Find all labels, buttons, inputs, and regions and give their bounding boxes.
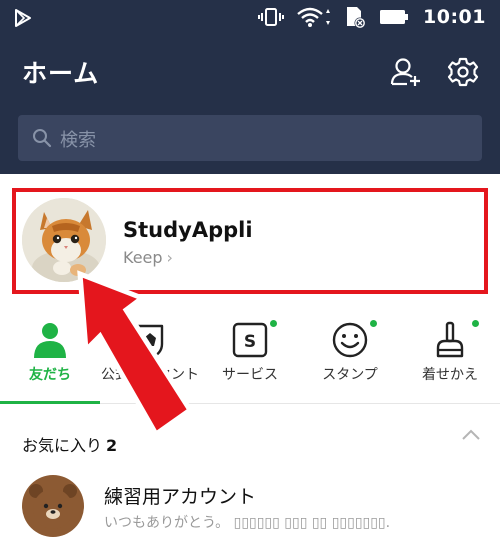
brown-bear-icon xyxy=(22,475,84,537)
status-icons: 10:01 xyxy=(246,5,486,29)
tab-label: サービス xyxy=(222,367,278,383)
tab-stickers[interactable]: スタンプ xyxy=(300,312,400,404)
svg-text:S: S xyxy=(244,332,256,352)
stickers-icon xyxy=(332,322,368,358)
page-title: ホーム xyxy=(22,59,100,88)
tab-services[interactable]: S サービス xyxy=(200,312,300,404)
status-time: 10:01 xyxy=(423,6,486,28)
search-icon xyxy=(33,129,52,148)
list-item[interactable]: 練習用アカウント いつもありがとう。 ▯▯▯▯▯▯ ▯▯▯ ▯▯ ▯▯▯▯▯▯▯… xyxy=(0,465,500,548)
status-bar: 10:01 xyxy=(0,0,500,34)
battery-icon xyxy=(379,9,409,25)
chevron-up-icon[interactable] xyxy=(460,428,482,442)
top-app-bar: 10:01 ホーム 検索 xyxy=(0,0,500,174)
friend-status-message: いつもありがとう。 ▯▯▯▯▯▯ ▯▯▯ ▯▯ ▯▯▯▯▯▯▯. xyxy=(104,515,391,531)
wifi-icon xyxy=(296,6,331,28)
add-friend-icon[interactable] xyxy=(389,55,423,89)
tab-themes[interactable]: 着せかえ xyxy=(400,312,500,404)
sd-card-icon xyxy=(343,5,367,29)
themes-icon xyxy=(436,321,464,358)
settings-icon[interactable] xyxy=(446,55,480,89)
search-placeholder: 検索 xyxy=(60,130,96,151)
vibrate-icon xyxy=(258,7,285,27)
new-indicator-dot xyxy=(472,320,479,327)
friends-icon xyxy=(34,323,66,358)
search-input[interactable]: 検索 xyxy=(18,115,482,161)
tab-label: スタンプ xyxy=(322,367,378,383)
new-indicator-dot xyxy=(370,320,377,327)
services-icon: S xyxy=(232,322,268,358)
friend-avatar xyxy=(22,475,84,537)
red-arrow-annotation xyxy=(77,270,194,438)
play-store-icon xyxy=(15,9,31,27)
tab-label: 着せかえ xyxy=(422,367,478,383)
friend-name: 練習用アカウント xyxy=(104,486,257,508)
new-indicator-dot xyxy=(270,320,277,327)
